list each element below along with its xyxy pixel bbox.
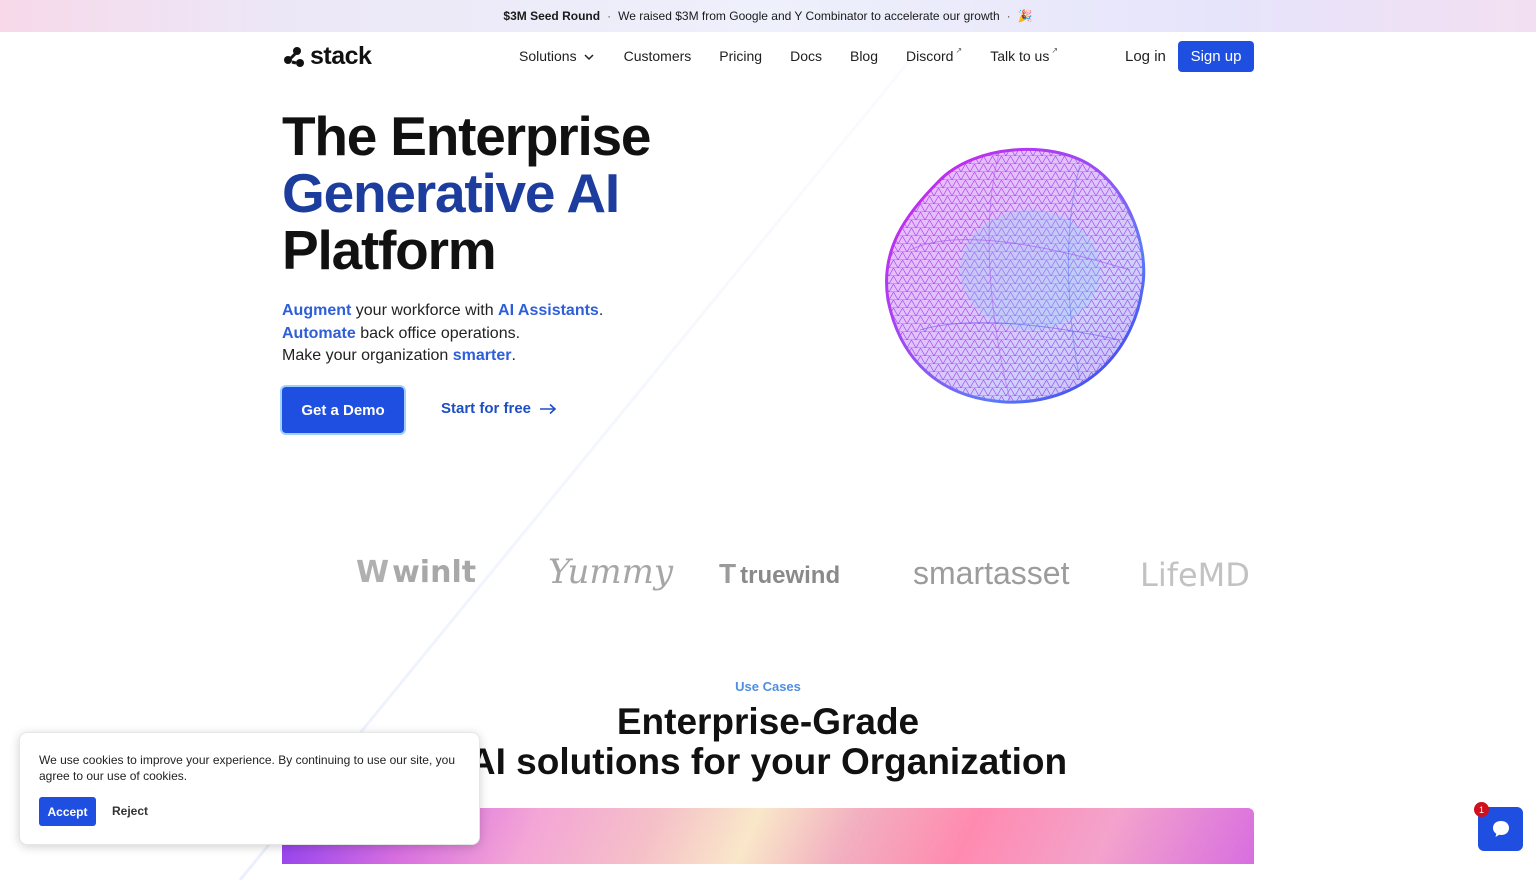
announcement-headline: $3M Seed Round: [503, 9, 601, 23]
cookie-banner: We use cookies to improve your experienc…: [19, 732, 480, 845]
hero-sub-text: .: [598, 302, 604, 319]
highlight-augment: Augment: [282, 302, 352, 319]
nav-item-docs[interactable]: Docs: [790, 47, 822, 64]
stack-logo[interactable]: stack: [282, 42, 372, 71]
hero-title-line2: Generative AI: [282, 162, 620, 224]
logo-smartasset: smartasset: [913, 555, 1070, 591]
start-for-free-label: Start for free: [441, 400, 532, 417]
top-navigation: stack Solutions Customers Pricing Docs B…: [0, 32, 1536, 80]
nav-links: Solutions Customers Pricing Docs Blog Di…: [519, 46, 1086, 64]
nav-item-label: Pricing: [719, 47, 763, 64]
announcement-message: We raised $3M from Google and Y Combinat…: [618, 9, 1000, 23]
wireframe-sphere-graphic: [885, 147, 1146, 404]
nav-item-label: Solutions: [519, 47, 577, 64]
stack-logo-icon: [284, 46, 304, 67]
nav-item-pricing[interactable]: Pricing: [719, 47, 762, 64]
accept-cookies-button[interactable]: Accept: [39, 797, 96, 826]
hero-sub-text: .: [511, 347, 516, 364]
nav-item-label: Talk to us: [990, 47, 1050, 64]
nav-item-label: Docs: [790, 47, 822, 64]
nav-item-discord[interactable]: Discord ↗: [906, 46, 963, 64]
external-link-icon: ↗: [955, 46, 963, 55]
highlight-automate: Automate: [282, 324, 356, 342]
login-link[interactable]: Log in: [1125, 48, 1166, 65]
chat-bubble-icon: [1492, 821, 1509, 837]
nav-item-label: Blog: [849, 47, 879, 64]
hero-sub-text: back office operations.: [355, 324, 521, 342]
cookie-text: We use cookies to improve your experienc…: [39, 753, 455, 783]
logo-winlt-text: winlt: [392, 555, 477, 590]
logo-lifemd: LifeMD: [1140, 556, 1250, 594]
hero-subtitle: Augment your workforce with AI Assistant…: [282, 300, 603, 368]
hero-title: The Enterprise Generative AI Platform: [282, 105, 652, 281]
nav-item-blog[interactable]: Blog: [850, 47, 878, 64]
use-cases-eyebrow: Use Cases: [735, 679, 801, 694]
highlight-smarter: smarter: [452, 347, 512, 364]
nav-item-label: Discord: [906, 47, 954, 64]
logo-text: stack: [310, 42, 372, 70]
hero-title-line1: The Enterprise: [282, 105, 652, 167]
start-for-free-link[interactable]: Start for free: [441, 400, 557, 417]
signup-button[interactable]: Sign up: [1178, 41, 1254, 72]
external-link-icon: ↗: [1051, 46, 1059, 55]
chevron-down-icon: [584, 54, 594, 61]
announcement-bar[interactable]: $3M Seed Round · We raised $3M from Goog…: [0, 0, 1536, 32]
highlight-ai-assistants: AI Assistants: [498, 302, 599, 319]
logo-winlt: Wwinlt: [356, 555, 477, 590]
nav-item-solutions[interactable]: Solutions: [519, 47, 596, 64]
reject-cookies-button[interactable]: Reject: [112, 804, 148, 818]
party-popper-icon: 🎉: [1017, 9, 1033, 23]
chat-notification-badge: 1: [1474, 802, 1489, 817]
announcement-separator: ·: [607, 9, 612, 23]
hero-title-line3: Platform: [282, 219, 497, 281]
logo-truewind-text: truewind: [740, 562, 841, 589]
nav-item-label: Customers: [623, 47, 692, 64]
use-cases-title-line1: Enterprise-Grade: [616, 701, 920, 742]
arrow-right-icon: [540, 403, 557, 414]
logo-yummy: Yummy: [548, 552, 674, 592]
hero-sub-text: your workforce with: [351, 302, 499, 319]
use-cases-title-line2: AI solutions for your Organization: [468, 741, 1068, 782]
nav-item-talk-to-us[interactable]: Talk to us ↗: [990, 46, 1059, 64]
hero-sub-text: Make your organization: [282, 347, 453, 364]
get-demo-button[interactable]: Get a Demo: [282, 387, 404, 433]
nav-item-customers[interactable]: Customers: [624, 47, 692, 64]
logo-truewind: Ttruewind: [719, 558, 841, 589]
customer-logos-strip: Wwinlt Yummy Ttruewind smartasset LifeMD: [282, 550, 1254, 600]
announcement-separator-2: ·: [1006, 9, 1011, 23]
